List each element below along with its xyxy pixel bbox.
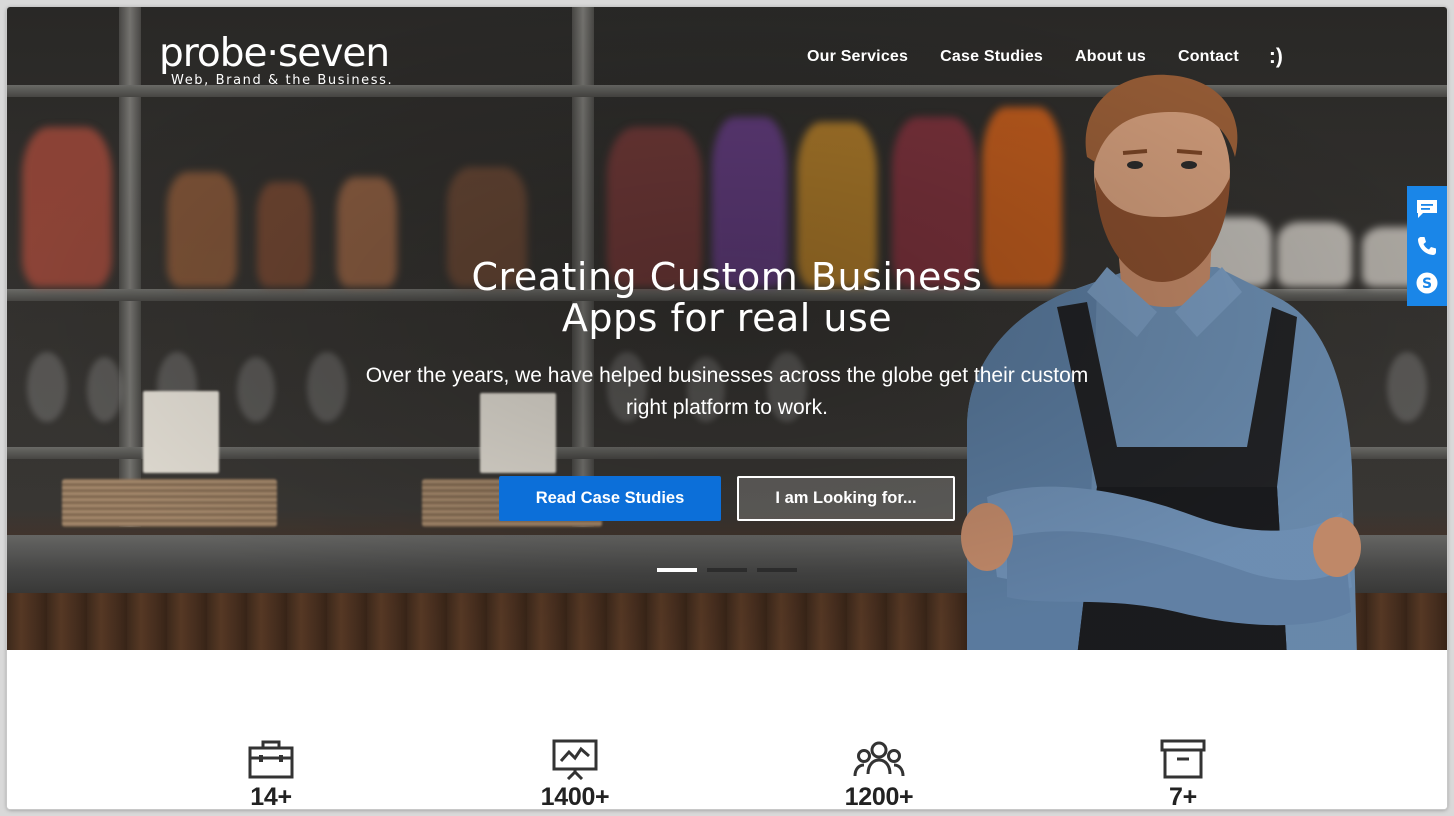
headline-line-2: Apps for real use: [561, 296, 893, 340]
nav-case-studies[interactable]: Case Studies: [940, 48, 1043, 66]
background-jar: [167, 172, 237, 287]
nav-about-us[interactable]: About us: [1075, 48, 1146, 66]
subtext-line-2: right platform to work.: [626, 396, 828, 419]
contact-sidebar: S: [1407, 186, 1447, 306]
stat-value: 1400+: [540, 783, 610, 809]
skype-icon[interactable]: S: [1414, 270, 1440, 296]
nav-contact[interactable]: Contact: [1178, 48, 1239, 66]
presentation-chart-icon: [552, 739, 598, 780]
slider-dots: [657, 568, 807, 572]
hero-headline: Creating Custom Business Apps for real u…: [347, 257, 1107, 339]
read-case-studies-button[interactable]: Read Case Studies: [499, 476, 721, 521]
slider-dot-1[interactable]: [657, 568, 697, 572]
slider-dot-3[interactable]: [757, 568, 797, 572]
svg-text:S: S: [1422, 276, 1432, 292]
hero-subtext: Over the years, we have helped businesse…: [327, 360, 1127, 424]
subtext-line-1: Over the years, we have helped businesse…: [365, 364, 1089, 387]
menu-card: [143, 391, 219, 473]
nav-our-services[interactable]: Our Services: [807, 48, 908, 66]
logo-tagline: Web, Brand & the Business.: [171, 73, 394, 88]
logo-wordmark: probe·seven: [159, 31, 390, 76]
glass-bokeh: [87, 357, 122, 422]
glass-bokeh: [237, 357, 275, 422]
stat-years: 14+: [181, 738, 361, 809]
stat-value: 1200+: [844, 783, 914, 809]
looking-for-button[interactable]: I am Looking for...: [737, 476, 955, 521]
stats-section: 14+ 1400+ 1200+ 7+: [7, 650, 1447, 809]
main-nav: Our Services Case Studies About us Conta…: [807, 45, 1283, 69]
headline-line-1: Creating Custom Business: [471, 255, 983, 299]
stat-value: 7+: [1169, 783, 1197, 809]
menu-stack: [62, 479, 277, 527]
barista-photo: [961, 74, 1361, 650]
stat-value: 14+: [250, 783, 292, 809]
archive-box-icon: [1160, 739, 1206, 779]
glass-bokeh: [27, 352, 67, 422]
stat-projects: 1400+: [485, 738, 665, 809]
stat-clients: 1200+: [789, 738, 969, 809]
slider-dot-2[interactable]: [707, 568, 747, 572]
phone-icon[interactable]: [1414, 233, 1440, 259]
background-jar: [257, 182, 312, 287]
briefcase-icon: [248, 740, 294, 779]
hero-section: probe·seven Web, Brand & the Business. O…: [7, 7, 1447, 650]
brand-logo[interactable]: probe·seven Web, Brand & the Business.: [159, 31, 392, 88]
browser-viewport: probe·seven Web, Brand & the Business. O…: [7, 7, 1447, 809]
glass-bokeh: [1387, 352, 1427, 422]
background-jar: [22, 127, 112, 287]
team-icon: [853, 741, 905, 777]
stat-products: 7+: [1093, 738, 1273, 809]
chat-icon[interactable]: [1414, 196, 1440, 222]
nav-smiley[interactable]: :): [1269, 45, 1283, 69]
